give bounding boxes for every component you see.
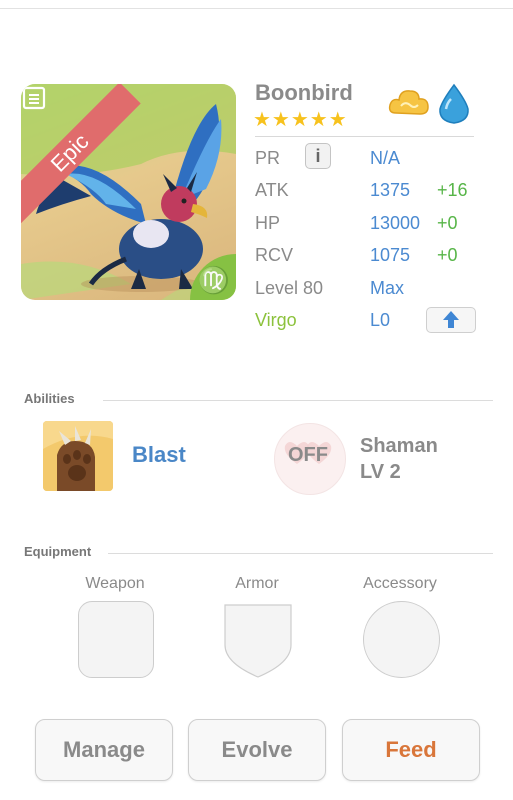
info-button[interactable]: i: [305, 143, 331, 169]
zodiac-upgrade-button[interactable]: [426, 307, 476, 333]
rcv-bonus: +0: [437, 245, 458, 265]
arrow-up-icon: [443, 311, 459, 328]
weapon-label: Weapon: [85, 575, 145, 592]
pr-value: N/A: [370, 148, 401, 168]
abilities-divider: [103, 400, 493, 401]
level-label: Level 80: [255, 278, 324, 298]
claw-icon: [43, 421, 113, 491]
zodiac-label: Virgo: [255, 310, 297, 330]
equipment-divider: [108, 553, 493, 554]
atk-label: ATK: [255, 180, 289, 200]
evolve-button[interactable]: Evolve: [188, 719, 326, 781]
rcv-value: 1075: [370, 245, 411, 265]
hp-value: 13000: [370, 213, 421, 233]
feed-button[interactable]: Feed: [342, 719, 480, 781]
ability-name[interactable]: Blast: [132, 442, 186, 468]
star-rating: ★★★★★: [253, 109, 348, 131]
top-divider: [0, 8, 513, 9]
weapon-slot[interactable]: [78, 601, 154, 678]
cloud-icon: [388, 90, 429, 115]
atk-bonus: +16: [437, 180, 468, 200]
hp-bonus: +0: [437, 213, 458, 233]
armor-slot[interactable]: [221, 601, 295, 679]
atk-value: 1375: [370, 180, 411, 200]
rcv-label: RCV: [255, 245, 294, 265]
stats-divider: [255, 136, 474, 137]
accessory-label: Accessory: [363, 575, 437, 592]
hp-label: HP: [255, 213, 281, 233]
passive-skill-level: LV 2: [360, 461, 401, 483]
monster-name: Boonbird: [255, 80, 353, 105]
card-list-icon[interactable]: [21, 84, 49, 112]
ability-icon[interactable]: [43, 421, 113, 491]
level-value: Max: [370, 278, 405, 298]
zodiac-level: L0: [370, 310, 391, 330]
toggle-state-label: OFF: [288, 444, 328, 466]
equipment-heading: Equipment: [24, 544, 92, 559]
armor-label: Armor: [235, 575, 279, 592]
abilities-heading: Abilities: [24, 391, 75, 406]
pr-label: PR: [255, 148, 281, 168]
manage-button[interactable]: Manage: [35, 719, 173, 781]
water-drop-icon: [439, 83, 469, 124]
accessory-slot[interactable]: [363, 601, 440, 678]
passive-skill-name: Shaman: [360, 435, 438, 457]
passive-skill: Shaman LV 2: [360, 433, 438, 485]
monster-portrait[interactable]: Epic ♍: [21, 84, 236, 300]
